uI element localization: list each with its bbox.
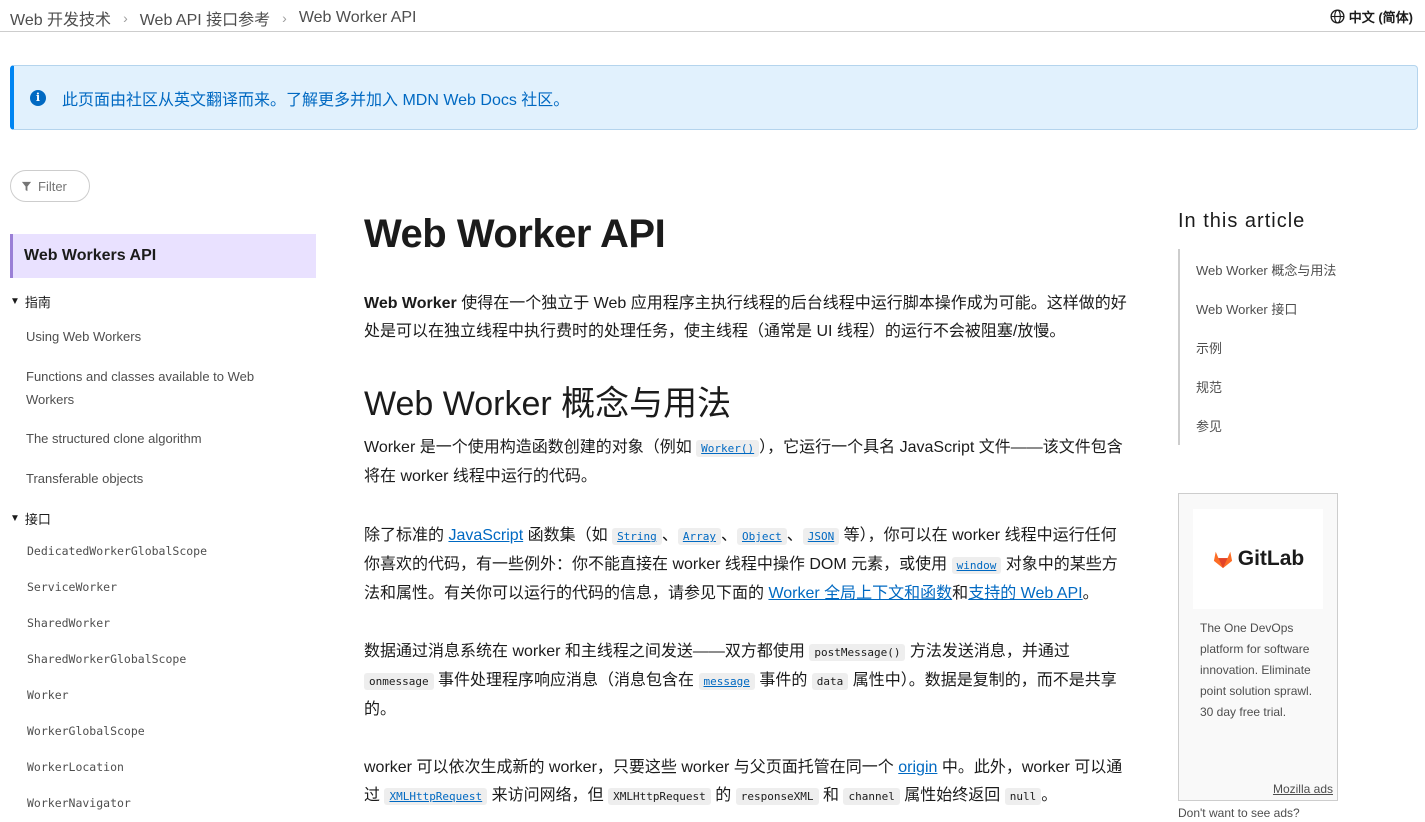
text: 属性始终返回 bbox=[899, 787, 1005, 804]
sidebar-item-structured-clone[interactable]: The structured clone algorithm bbox=[26, 427, 296, 450]
text: 。 bbox=[1041, 787, 1058, 804]
text: worker 可以依次生成新的 worker，只要这些 worker 与父页面托… bbox=[364, 759, 899, 776]
json-link[interactable]: JSON bbox=[802, 528, 840, 545]
paragraph: 数据通过消息系统在 worker 和主线程之间发送——双方都使用 postMes… bbox=[364, 638, 1129, 724]
globe-icon bbox=[1330, 9, 1345, 24]
text: 事件的 bbox=[754, 672, 812, 689]
sidebar-item-web-workers-api[interactable]: Web Workers API bbox=[10, 234, 316, 278]
sidebar-section-label: 指南 bbox=[24, 295, 51, 310]
sidebar-item-interface[interactable]: DedicatedWorkerGlobalScope bbox=[27, 544, 207, 558]
inline-code: responseXML bbox=[735, 788, 819, 805]
filter-icon bbox=[21, 181, 32, 191]
text: Worker 是一个使用构造函数创建的对象（例如 bbox=[364, 439, 697, 456]
sidebar-item-interface[interactable]: WorkerGlobalScope bbox=[27, 724, 145, 738]
notice-text[interactable]: 此页面由社区从英文翻译而来。了解更多并加入 MDN Web Docs 社区。 bbox=[62, 86, 569, 110]
inline-code: data bbox=[811, 673, 849, 690]
object-link[interactable]: Object bbox=[736, 528, 787, 545]
sidebar-item-interface[interactable]: SharedWorker bbox=[27, 616, 110, 630]
sidebar-item-interface[interactable]: WorkerLocation bbox=[27, 760, 124, 774]
text: 和 bbox=[952, 585, 969, 602]
worker-constructor-link[interactable]: Worker() bbox=[696, 440, 760, 457]
gitlab-fox-icon bbox=[1213, 551, 1232, 569]
inline-code: postMessage() bbox=[809, 644, 906, 661]
sidebar-section-guide[interactable]: ▼ 指南 bbox=[10, 292, 51, 311]
sidebar-item-interface[interactable]: WorkerNavigator bbox=[27, 796, 131, 810]
paragraph: Worker 是一个使用构造函数创建的对象（例如 Worker() ），它运行一个… bbox=[364, 434, 1129, 491]
top-bar: Web 开发技术 › Web API 接口参考 › Web Worker API… bbox=[0, 0, 1425, 32]
xmlhttprequest-link[interactable]: XMLHttpRequest bbox=[384, 788, 488, 805]
page-title: Web Worker API bbox=[364, 212, 666, 256]
sidebar-item-interface[interactable]: ServiceWorker bbox=[27, 580, 117, 594]
text: 。 bbox=[1082, 585, 1099, 602]
paragraph: 除了标准的 JavaScript 函数集（如 String、 Array、 Obje… bbox=[364, 527, 1118, 602]
breadcrumb: Web 开发技术 › Web API 接口参考 › Web Worker API bbox=[10, 6, 417, 30]
language-switcher[interactable]: 中文 (简体) bbox=[1330, 7, 1413, 26]
sidebar-item-interface[interactable]: SharedWorkerGlobalScope bbox=[27, 652, 186, 666]
no-ads-link[interactable]: Don't want to see ads? bbox=[1178, 806, 1300, 820]
toc-item[interactable]: 规范 bbox=[1196, 377, 1222, 396]
toc-item[interactable]: 参见 bbox=[1196, 416, 1222, 435]
gitlab-logo: GitLab bbox=[1193, 509, 1323, 609]
sidebar-item-using-web-workers[interactable]: Using Web Workers bbox=[26, 325, 296, 348]
sidebar-item-functions-and-classes[interactable]: Functions and classes available to Web W… bbox=[26, 365, 296, 411]
sidebar-item-transferable-objects[interactable]: Transferable objects bbox=[26, 467, 296, 490]
worker-global-functions-link[interactable]: Worker 全局上下文和函数 bbox=[768, 585, 952, 602]
breadcrumb-separator-icon: › bbox=[282, 10, 287, 26]
ad-brand: GitLab bbox=[1237, 547, 1305, 570]
text: 方法发送消息，并通过 bbox=[905, 643, 1070, 660]
intro-bold: Web Worker bbox=[364, 295, 457, 312]
ad-text: The One DevOps platform for software inn… bbox=[1200, 621, 1313, 719]
origin-link[interactable]: origin bbox=[898, 759, 937, 776]
toc-title: In this article bbox=[1178, 210, 1306, 232]
info-icon: i bbox=[30, 89, 46, 106]
sidebar-section-interfaces[interactable]: ▼ 接口 bbox=[10, 509, 51, 528]
inline-code: XMLHttpRequest bbox=[608, 788, 711, 805]
inline-code: channel bbox=[843, 788, 900, 805]
toc-item[interactable]: 示例 bbox=[1196, 338, 1222, 357]
filter-placeholder: Filter bbox=[38, 178, 67, 194]
supported-web-api-link[interactable]: 支持的 Web API bbox=[968, 585, 1082, 602]
breadcrumb-item[interactable]: Web 开发技术 bbox=[10, 6, 111, 30]
paragraph: worker 可以依次生成新的 worker，只要这些 worker 与父页面托… bbox=[364, 754, 1129, 811]
sidebar-filter-input[interactable]: Filter bbox=[10, 170, 90, 202]
breadcrumb-separator-icon: › bbox=[123, 10, 128, 26]
javascript-link[interactable]: JavaScript bbox=[448, 527, 523, 544]
language-label: 中文 (简体) bbox=[1348, 10, 1413, 25]
triangle-down-icon: ▼ bbox=[10, 296, 20, 307]
inline-code: onmessage bbox=[364, 673, 434, 690]
section-heading: Web Worker 概念与用法 bbox=[364, 385, 732, 423]
message-link[interactable]: message bbox=[698, 673, 755, 690]
translation-notice: i 此页面由社区从英文翻译而来。了解更多并加入 MDN Web Docs 社区。 bbox=[10, 65, 1418, 130]
toc-item[interactable]: Web Worker 概念与用法 bbox=[1196, 260, 1336, 279]
intro-paragraph: Web Worker 使得在一个独立于 Web 应用程序主执行线程的后台线程中运… bbox=[364, 290, 1129, 346]
text: 事件处理程序响应消息（消息包含在 bbox=[433, 672, 699, 689]
text: 来访问网络，但 bbox=[487, 787, 609, 804]
sidebar-section-label: 接口 bbox=[24, 512, 51, 527]
intro-text: 使得在一个独立于 Web 应用程序主执行线程的后台线程中运行脚本操作成为可能。这… bbox=[364, 295, 1127, 340]
text: 函数集（如 bbox=[523, 527, 613, 544]
advertisement[interactable]: GitLab The One DevOps platform for softw… bbox=[1178, 493, 1338, 801]
breadcrumb-item[interactable]: Web Worker API bbox=[299, 9, 417, 27]
mozilla-ads-link[interactable]: Mozilla ads bbox=[1273, 782, 1333, 796]
breadcrumb-item[interactable]: Web API 接口参考 bbox=[140, 6, 270, 30]
text: 数据通过消息系统在 worker 和主线程之间发送——双方都使用 bbox=[364, 643, 810, 660]
text: 除了标准的 bbox=[364, 527, 449, 544]
table-of-contents: Web Worker 概念与用法 Web Worker 接口 示例 规范 参见 bbox=[1178, 249, 1378, 445]
text: 和 bbox=[818, 787, 844, 804]
toc-item[interactable]: Web Worker 接口 bbox=[1196, 299, 1297, 318]
triangle-down-icon: ▼ bbox=[10, 513, 20, 524]
string-link[interactable]: String bbox=[612, 528, 662, 545]
array-link[interactable]: Array bbox=[677, 528, 721, 545]
window-link[interactable]: window bbox=[951, 557, 1002, 574]
sidebar-item-interface[interactable]: Worker bbox=[27, 688, 69, 702]
inline-code: null bbox=[1004, 788, 1042, 805]
text: 的 bbox=[710, 787, 736, 804]
